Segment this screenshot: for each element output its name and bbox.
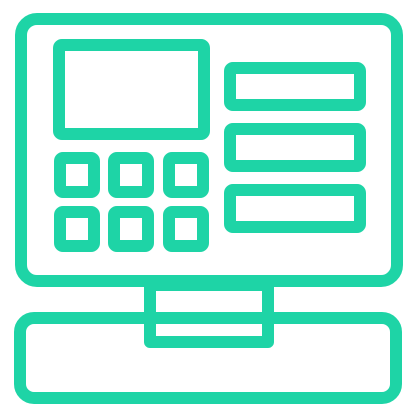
keypad-key <box>54 206 100 252</box>
side-panel-bar <box>224 184 366 233</box>
keypad-key <box>163 152 209 198</box>
keypad-key <box>163 206 209 252</box>
cash-register-svg <box>14 13 403 404</box>
side-panel-bar <box>224 62 366 111</box>
side-panel <box>224 62 366 233</box>
keypad-key <box>54 152 100 198</box>
cash-register-icon <box>0 0 418 417</box>
base-drawer <box>14 312 402 404</box>
keypad <box>54 152 209 252</box>
side-panel-bar <box>224 123 366 172</box>
screen-display <box>53 39 210 140</box>
keypad-key <box>108 152 154 198</box>
keypad-key <box>108 206 154 252</box>
